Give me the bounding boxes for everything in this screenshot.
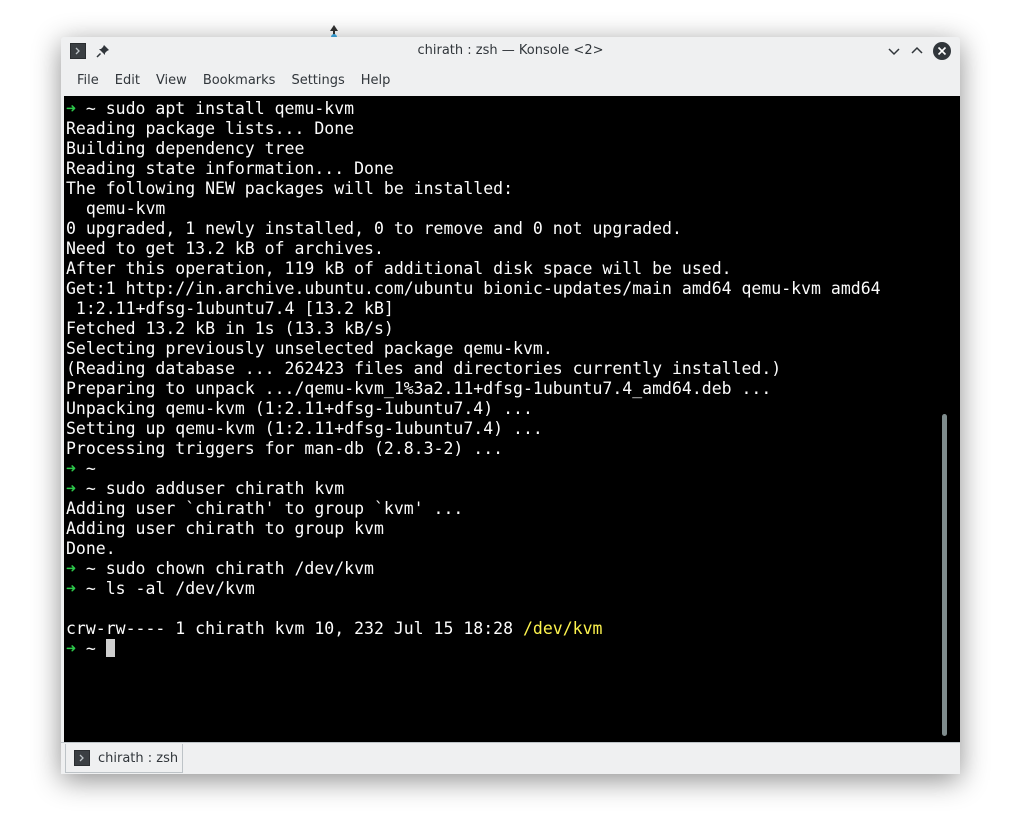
terminal-tab-icon bbox=[74, 750, 90, 766]
output-line: Building dependency tree bbox=[66, 139, 936, 159]
text-cursor bbox=[105, 639, 115, 657]
menu-bookmarks[interactable]: Bookmarks bbox=[195, 67, 284, 95]
line-text: Building dependency tree bbox=[66, 139, 305, 158]
line-text: Need to get 13.2 kB of archives. bbox=[66, 239, 384, 258]
terminal-app-icon[interactable] bbox=[70, 43, 86, 59]
output-line: Need to get 13.2 kB of archives. bbox=[66, 239, 936, 259]
konsole-window: chirath : zsh — Konsole <2> File Edit Vi… bbox=[61, 37, 960, 774]
prompt-line: ➜ ~ bbox=[66, 459, 936, 479]
prompt-arrow-icon: ➜ bbox=[66, 99, 76, 118]
output-line: The following NEW packages will be insta… bbox=[66, 179, 936, 199]
line-text: ~ sudo chown chirath /dev/kvm bbox=[75, 559, 374, 578]
output-line: After this operation, 119 kB of addition… bbox=[66, 259, 936, 279]
line-text: Fetched 13.2 kB in 1s (13.3 kB/s) bbox=[66, 319, 394, 338]
output-line: 0 upgraded, 1 newly installed, 0 to remo… bbox=[66, 219, 936, 239]
output-line: 1:2.11+dfsg-1ubuntu7.4 [13.2 kB] bbox=[66, 299, 936, 319]
output-line: crw-rw---- 1 chirath kvm 10, 232 Jul 15 … bbox=[66, 619, 936, 639]
line-text: crw-rw---- 1 chirath kvm 10, 232 Jul 15 … bbox=[66, 619, 523, 638]
window-title: chirath : zsh — Konsole <2> bbox=[417, 43, 604, 58]
line-text: Adding user `chirath' to group `kvm' ... bbox=[66, 499, 464, 518]
line-text: Unpacking qemu-kvm (1:2.11+dfsg-1ubuntu7… bbox=[66, 399, 533, 418]
prompt-line: ➜ ~ sudo chown chirath /dev/kvm bbox=[66, 559, 936, 579]
output-line: Setting up qemu-kvm (1:2.11+dfsg-1ubuntu… bbox=[66, 419, 936, 439]
prompt-line: ➜ ~ ls -al /dev/kvm bbox=[66, 579, 936, 599]
terminal-scrollbar[interactable] bbox=[936, 96, 960, 742]
output-line: Selecting previously unselected package … bbox=[66, 339, 936, 359]
line-text: (Reading database ... 262423 files and d… bbox=[66, 359, 782, 378]
highlighted-path: /dev/kvm bbox=[522, 619, 603, 638]
line-text: The following NEW packages will be insta… bbox=[66, 179, 514, 198]
tab-bar: chirath : zsh bbox=[61, 742, 960, 774]
line-text: Adding user chirath to group kvm bbox=[66, 519, 384, 538]
tab-chirath-zsh[interactable]: chirath : zsh bbox=[65, 744, 183, 773]
output-line: Done. bbox=[66, 539, 936, 559]
menu-file[interactable]: File bbox=[69, 67, 107, 95]
line-text: Reading state information... Done bbox=[66, 159, 394, 178]
line-text: 1:2.11+dfsg-1ubuntu7.4 [13.2 kB] bbox=[66, 299, 394, 318]
line-text: Selecting previously unselected package … bbox=[66, 339, 553, 358]
prompt-arrow-icon: ➜ bbox=[66, 479, 76, 498]
menu-bar: File Edit View Bookmarks Settings Help bbox=[61, 67, 960, 95]
output-line: qemu-kvm bbox=[66, 199, 936, 219]
prompt-arrow-icon: ➜ bbox=[66, 559, 76, 578]
menu-settings[interactable]: Settings bbox=[283, 67, 352, 95]
prompt-arrow-icon: ➜ bbox=[66, 579, 76, 598]
line-text: Get:1 http://in.archive.ubuntu.com/ubunt… bbox=[66, 279, 881, 298]
output-line: Unpacking qemu-kvm (1:2.11+dfsg-1ubuntu7… bbox=[66, 399, 936, 419]
line-text: Processing triggers for man-db (2.8.3-2)… bbox=[66, 439, 504, 458]
prompt-line: ➜ ~ sudo adduser chirath kvm bbox=[66, 479, 936, 499]
line-text: 0 upgraded, 1 newly installed, 0 to remo… bbox=[66, 219, 682, 238]
output-line: Reading package lists... Done bbox=[66, 119, 936, 139]
output-line: Processing triggers for man-db (2.8.3-2)… bbox=[66, 439, 936, 459]
line-text: Preparing to unpack .../qemu-kvm_1%3a2.1… bbox=[66, 379, 772, 398]
line-text: After this operation, 119 kB of addition… bbox=[66, 259, 732, 278]
line-text: Done. bbox=[66, 539, 116, 558]
output-line: Preparing to unpack .../qemu-kvm_1%3a2.1… bbox=[66, 379, 936, 399]
output-line: (Reading database ... 262423 files and d… bbox=[66, 359, 936, 379]
prompt-arrow-icon: ➜ bbox=[66, 459, 76, 478]
maximize-button[interactable] bbox=[907, 41, 927, 61]
line-text: Reading package lists... Done bbox=[66, 119, 355, 138]
prompt-line: ➜ ~ sudo apt install qemu-kvm bbox=[66, 99, 936, 119]
output-line: Adding user chirath to group kvm bbox=[66, 519, 936, 539]
scrollbar-thumb[interactable] bbox=[942, 414, 947, 736]
line-text: qemu-kvm bbox=[66, 199, 166, 218]
prompt-line: ➜ ~ bbox=[66, 639, 936, 659]
pin-icon[interactable] bbox=[95, 43, 111, 59]
line-text: ~ ls -al /dev/kvm bbox=[75, 579, 255, 598]
line-text: ~ bbox=[75, 639, 106, 658]
terminal-output[interactable]: ➜ ~ sudo apt install qemu-kvm Reading pac… bbox=[64, 96, 936, 742]
output-line: Get:1 http://in.archive.ubuntu.com/ubunt… bbox=[66, 279, 936, 299]
line-text: ~ bbox=[75, 459, 96, 478]
menu-help[interactable]: Help bbox=[353, 67, 399, 95]
prompt-arrow-icon: ➜ bbox=[66, 639, 76, 658]
line-text: ~ sudo adduser chirath kvm bbox=[75, 479, 345, 498]
title-bar[interactable]: chirath : zsh — Konsole <2> bbox=[61, 37, 960, 65]
close-button[interactable] bbox=[932, 41, 952, 61]
line-text: Setting up qemu-kvm (1:2.11+dfsg-1ubuntu… bbox=[66, 419, 543, 438]
output-line: Fetched 13.2 kB in 1s (13.3 kB/s) bbox=[66, 319, 936, 339]
minimize-button[interactable] bbox=[884, 41, 904, 61]
menu-edit[interactable]: Edit bbox=[107, 67, 148, 95]
menu-view[interactable]: View bbox=[148, 67, 195, 95]
tab-label: chirath : zsh bbox=[98, 750, 179, 766]
line-text: ~ sudo apt install qemu-kvm bbox=[75, 99, 355, 118]
output-line: Reading state information... Done bbox=[66, 159, 936, 179]
output-line: Adding user `chirath' to group `kvm' ... bbox=[66, 499, 936, 519]
